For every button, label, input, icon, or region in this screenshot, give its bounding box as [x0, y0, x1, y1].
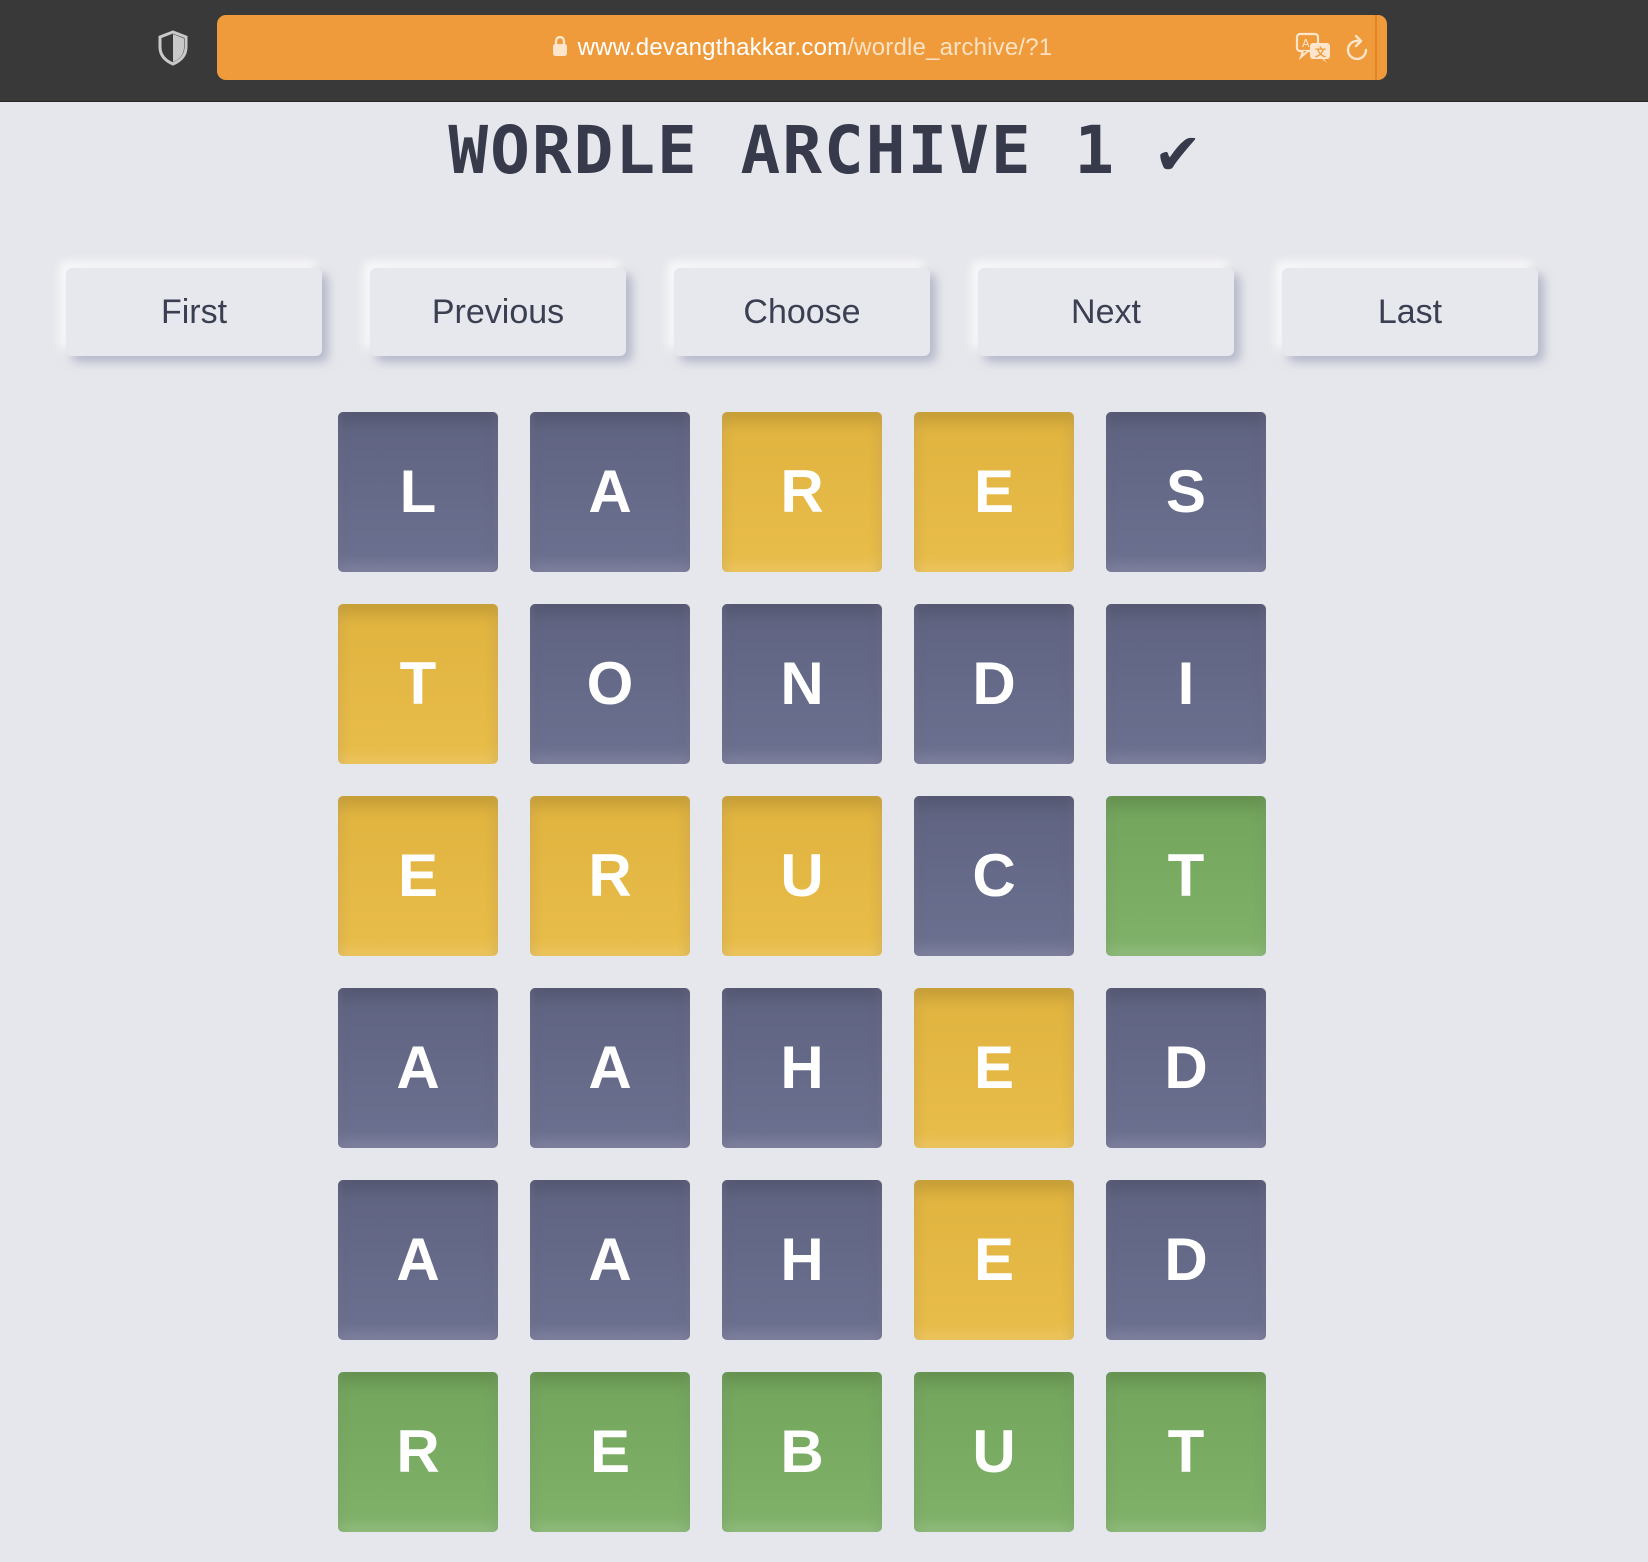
- svg-text:文: 文: [1315, 45, 1327, 59]
- address-bar-divider: [1375, 15, 1377, 80]
- letter-tile: H: [722, 1180, 882, 1340]
- letter-tile: R: [722, 412, 882, 572]
- letter-tile: D: [1106, 988, 1266, 1148]
- letter-tile: T: [1106, 796, 1266, 956]
- previous-button[interactable]: Previous: [370, 268, 626, 356]
- letter-tile: S: [1106, 412, 1266, 572]
- reload-icon[interactable]: [1345, 34, 1371, 62]
- letter-tile: E: [530, 1372, 690, 1532]
- letter-tile: I: [1106, 604, 1266, 764]
- letter-tile: O: [530, 604, 690, 764]
- letter-tile: E: [914, 988, 1074, 1148]
- letter-tile: N: [722, 604, 882, 764]
- url-domain: www.devangthakkar.com: [577, 34, 848, 61]
- letter-tile: T: [1106, 1372, 1266, 1532]
- next-button[interactable]: Next: [978, 268, 1234, 356]
- letter-tile: H: [722, 988, 882, 1148]
- archive-navigation: First Previous Choose Next Last: [66, 268, 1556, 356]
- url-path: /wordle_archive/?1: [847, 34, 1053, 61]
- letter-tile: D: [914, 604, 1074, 764]
- letter-tile: B: [722, 1372, 882, 1532]
- letter-tile: L: [338, 412, 498, 572]
- letter-tile: C: [914, 796, 1074, 956]
- lock-icon: [552, 35, 567, 56]
- game-board: LARESTONDIERUCTAAHEDAAHEDREBUT: [338, 412, 1266, 1532]
- last-button[interactable]: Last: [1282, 268, 1538, 356]
- shield-icon[interactable]: [157, 30, 189, 66]
- letter-tile: R: [530, 796, 690, 956]
- address-bar[interactable]: www.devangthakkar.com/wordle_archive/?1 …: [217, 15, 1387, 80]
- letter-tile: A: [530, 1180, 690, 1340]
- letter-tile: D: [1106, 1180, 1266, 1340]
- browser-toolbar: www.devangthakkar.com/wordle_archive/?1 …: [0, 0, 1648, 102]
- letter-tile: T: [338, 604, 498, 764]
- letter-tile: A: [530, 412, 690, 572]
- letter-tile: R: [338, 1372, 498, 1532]
- url-text[interactable]: www.devangthakkar.com/wordle_archive/?1: [217, 15, 1387, 80]
- translate-icon[interactable]: A 文: [1295, 32, 1333, 64]
- first-button[interactable]: First: [66, 268, 322, 356]
- svg-text:A: A: [1302, 37, 1310, 50]
- letter-tile: A: [530, 988, 690, 1148]
- letter-tile: A: [338, 988, 498, 1148]
- page-title: WORDLE ARCHIVE 1 ✔: [448, 112, 1200, 189]
- letter-tile: U: [722, 796, 882, 956]
- choose-button[interactable]: Choose: [674, 268, 930, 356]
- letter-tile: U: [914, 1372, 1074, 1532]
- letter-tile: E: [914, 1180, 1074, 1340]
- letter-tile: A: [338, 1180, 498, 1340]
- letter-tile: E: [914, 412, 1074, 572]
- letter-tile: E: [338, 796, 498, 956]
